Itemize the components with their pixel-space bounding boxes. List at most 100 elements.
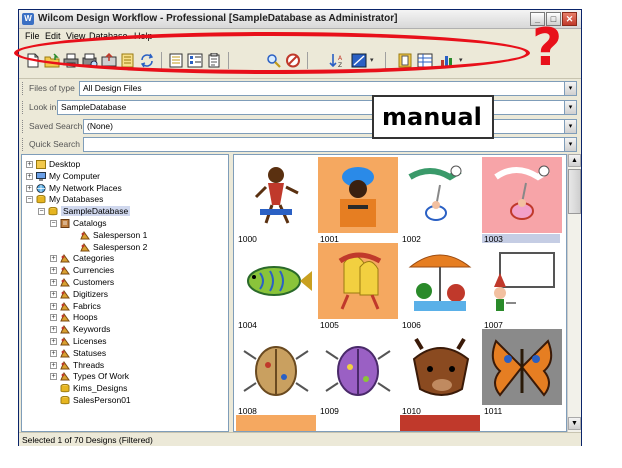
tree-item-label: Keywords	[73, 324, 111, 335]
saved-search-dropdown[interactable]: ▾	[564, 119, 577, 134]
tree-item-label: Categories	[73, 253, 115, 264]
design-image	[482, 243, 562, 319]
saved-search-select[interactable]: (None)	[83, 119, 575, 134]
expand-icon[interactable]: +	[50, 302, 57, 310]
design-thumbnail[interactable]: 1011	[482, 329, 562, 417]
network-icon	[36, 183, 46, 193]
tree-item[interactable]: SalesPerson01	[22, 395, 227, 406]
look-in-dropdown[interactable]: ▾	[564, 100, 577, 115]
files-of-type-select[interactable]: All Design Files	[79, 81, 575, 96]
expand-icon[interactable]: +	[50, 314, 57, 322]
tree-item[interactable]: + Categories	[22, 253, 227, 264]
design-image-partial[interactable]	[318, 415, 398, 431]
design-image	[400, 157, 480, 233]
tree-item-label: Kims_Designs	[73, 383, 128, 394]
expand-icon[interactable]: +	[50, 255, 57, 263]
tree-item[interactable]: Salesperson 1	[22, 230, 227, 241]
tree-item[interactable]: + Digitizers	[22, 289, 227, 300]
design-thumbnail[interactable]: 1010	[400, 329, 480, 417]
design-thumbnail[interactable]: 1008	[236, 329, 316, 417]
grid-scrollbar[interactable]: ▲ ▼	[567, 154, 581, 432]
tree-item-label: Threads	[73, 359, 105, 370]
design-thumbnail[interactable]: 1003	[482, 157, 562, 245]
expand-icon[interactable]: +	[50, 338, 57, 345]
expand-icon[interactable]: +	[50, 267, 57, 275]
tree-item-label: Statuses	[73, 347, 107, 358]
collapse-icon[interactable]: −	[50, 220, 57, 227]
quick-search-input[interactable]	[83, 137, 575, 152]
tree-item[interactable]: + Desktop	[22, 159, 227, 170]
status-bar: Selected 1 of 70 Designs (Filtered)	[19, 432, 581, 446]
tree-item[interactable]: + My Network Places	[22, 183, 227, 194]
menu-edit[interactable]: Edit	[45, 31, 61, 41]
tree-item-label: Types Of Work	[73, 371, 130, 382]
db-icon	[36, 195, 46, 204]
expand-icon[interactable]: +	[50, 349, 57, 357]
design-thumbnail[interactable]: 1005	[318, 243, 398, 331]
design-thumbnail[interactable]: 1002	[400, 157, 480, 245]
tree-item-label: Currencies	[73, 265, 115, 276]
tree-item[interactable]: Salesperson 2	[22, 242, 227, 253]
tree-item-label: My Computer	[49, 170, 101, 181]
collapse-icon[interactable]: −	[26, 196, 33, 204]
scroll-thumb[interactable]	[568, 169, 581, 214]
saved-search-label: Saved Search	[29, 121, 83, 131]
title-bar: W Wilcom Design Workflow - Professional …	[19, 10, 581, 29]
design-thumbnail[interactable]: 1001	[318, 157, 398, 245]
scroll-up-button[interactable]: ▲	[568, 154, 581, 167]
tree-item[interactable]: − My Databases	[22, 194, 227, 205]
look-in-select[interactable]: SampleDatabase	[57, 100, 575, 115]
expand-icon[interactable]: +	[50, 361, 57, 369]
design-image-partial[interactable]	[236, 415, 316, 431]
scroll-down-button[interactable]: ▼	[568, 417, 581, 430]
expand-icon[interactable]: +	[50, 290, 57, 298]
design-image	[236, 329, 316, 405]
design-thumbnail[interactable]: 1006	[400, 243, 480, 331]
tree-item[interactable]: + Statuses	[22, 348, 227, 359]
person-icon	[60, 266, 70, 275]
person-icon	[60, 254, 70, 263]
design-image	[236, 243, 316, 319]
tree-item[interactable]: + Keywords	[22, 324, 227, 335]
expand-icon[interactable]: +	[50, 279, 57, 286]
tree-item[interactable]: + Threads	[22, 360, 227, 371]
design-thumbnail[interactable]: 1000	[236, 157, 316, 245]
tree-item-label: SalesPerson01	[73, 395, 131, 405]
tree-item[interactable]: + Licenses	[22, 336, 227, 347]
tree-item[interactable]: − Catalogs	[22, 218, 227, 229]
folder-tree: + Desktop + My Computer + My Network Places − M…	[21, 154, 229, 432]
window-title: Wilcom Design Workflow - Professional [S…	[38, 13, 398, 24]
design-image-partial[interactable]	[482, 415, 562, 431]
expand-icon[interactable]: +	[26, 184, 33, 192]
files-of-type-label: Files of type	[29, 83, 75, 93]
tree-item[interactable]: + Types Of Work	[22, 371, 227, 382]
manual-annotation-box: manual	[372, 95, 494, 139]
tree-item[interactable]: + Fabrics	[22, 301, 227, 312]
db-icon	[60, 395, 70, 405]
expand-icon[interactable]: +	[50, 373, 57, 381]
design-image	[318, 157, 398, 233]
files-of-type-dropdown[interactable]: ▾	[564, 81, 577, 96]
design-thumbnail[interactable]: 1009	[318, 329, 398, 417]
tree-item[interactable]: + My Computer	[22, 171, 227, 182]
tree-item-label: Digitizers	[73, 288, 108, 299]
expand-icon[interactable]: +	[26, 161, 33, 168]
design-image	[482, 329, 562, 405]
tree-item[interactable]: − SampleDatabase	[22, 206, 227, 217]
tree-item[interactable]: + Currencies	[22, 265, 227, 276]
tree-item[interactable]: + Hoops	[22, 312, 227, 323]
design-thumbnail[interactable]: 1007	[482, 243, 562, 331]
tree-item-label: Catalogs	[73, 218, 107, 228]
tree-item-label: Customers	[73, 277, 115, 287]
tree-item[interactable]: + Customers	[22, 277, 227, 288]
tree-item[interactable]: Kims_Designs	[22, 383, 227, 394]
expand-icon[interactable]: +	[26, 172, 33, 180]
person-icon	[80, 230, 90, 240]
design-thumbnail[interactable]: 1004	[236, 243, 316, 331]
quick-search-dropdown[interactable]: ▾	[564, 137, 577, 152]
menu-file[interactable]: File	[25, 31, 40, 41]
close-button[interactable]: ✕	[562, 12, 577, 26]
collapse-icon[interactable]: −	[38, 208, 45, 216]
design-image-partial[interactable]	[400, 415, 480, 431]
expand-icon[interactable]: +	[50, 326, 57, 334]
